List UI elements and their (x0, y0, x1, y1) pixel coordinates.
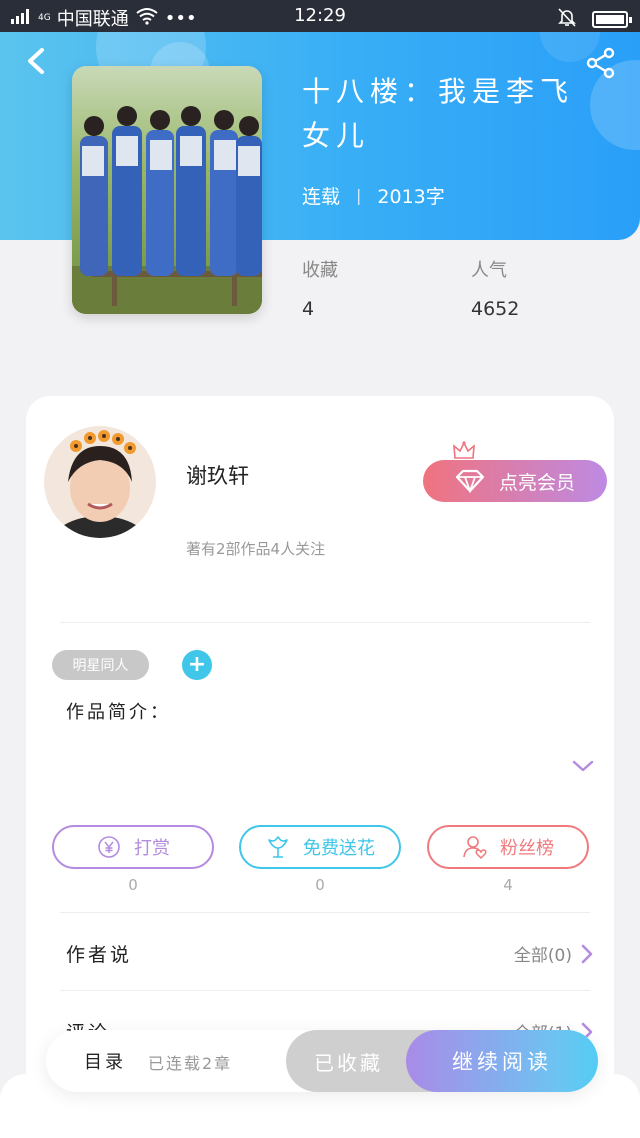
table-of-contents-button[interactable]: 目录 (84, 1048, 126, 1074)
collected-label: 已收藏 (314, 1050, 383, 1075)
stat-popularity: 人气 4652 (471, 256, 519, 320)
row-value: 全部(0) (513, 946, 572, 966)
intro-label: 作品简介： (66, 702, 171, 723)
fans-ranking-button[interactable]: 粉丝榜 (427, 825, 589, 869)
author-says-row[interactable]: 作者说 全部(0) (66, 940, 594, 967)
book-meta: 连载 | 2013字 (302, 182, 445, 209)
crown-icon (452, 440, 476, 462)
stat-label: 收藏 (302, 260, 338, 281)
word-count: 2013字 (377, 186, 445, 208)
tag-chip[interactable]: 明星同人 (52, 650, 149, 680)
clock: 12:29 (294, 5, 346, 26)
flower-count: 0 (315, 876, 325, 894)
expand-intro-button[interactable] (570, 756, 596, 776)
back-button[interactable] (22, 44, 52, 78)
stat-value: 4 (302, 298, 315, 320)
chevron-left-icon (28, 48, 44, 74)
book-cover-image[interactable] (72, 66, 262, 314)
yen-coin-icon (98, 836, 120, 858)
fans-count: 4 (503, 876, 513, 894)
tip-button[interactable]: 打赏 (52, 825, 214, 869)
send-flower-button[interactable]: 免费送花 (239, 825, 401, 869)
row-right: 全部(0) (514, 941, 594, 966)
vip-button-label: 点亮会员 (498, 471, 575, 494)
tip-label: 打赏 (134, 838, 170, 859)
continue-reading-label: 继续阅读 (452, 1050, 552, 1074)
fans-ranking-label: 粉丝榜 (500, 838, 554, 859)
flower-icon (268, 836, 288, 858)
fans-icon (463, 836, 487, 860)
tip-count: 0 (128, 876, 138, 894)
serial-status: 连载 (302, 186, 341, 208)
light-up-vip-button[interactable]: 点亮会员 (423, 460, 607, 502)
continue-reading-button[interactable]: 继续阅读 (406, 1030, 598, 1092)
divider (60, 990, 590, 991)
stat-value: 4652 (471, 298, 520, 320)
book-title: 十八楼：我是李飞女儿 (302, 75, 575, 152)
author-avatar[interactable] (44, 426, 156, 538)
chevron-right-icon (581, 944, 593, 963)
status-right (556, 6, 632, 33)
stat-favorites: 收藏 4 (302, 256, 338, 320)
bell-muted-icon (556, 6, 578, 33)
chevron-down-icon (572, 760, 594, 772)
send-flower-label: 免费送花 (303, 838, 375, 859)
divider (60, 912, 590, 913)
divider (60, 622, 590, 623)
status-bar: 4G 中国联通 ••• 12:29 (0, 0, 640, 32)
author-description: 著有2部作品4人关注 (186, 540, 326, 558)
add-tag-button[interactable]: + (182, 650, 212, 680)
chapter-update-status: 已连载2章 (148, 1054, 233, 1073)
stat-label: 人气 (471, 260, 507, 281)
row-label: 作者说 (66, 944, 133, 966)
author-name[interactable]: 谢玖轩 (186, 460, 249, 490)
diamond-icon (455, 469, 485, 493)
meta-separator: | (356, 186, 362, 205)
battery-icon (592, 11, 632, 28)
